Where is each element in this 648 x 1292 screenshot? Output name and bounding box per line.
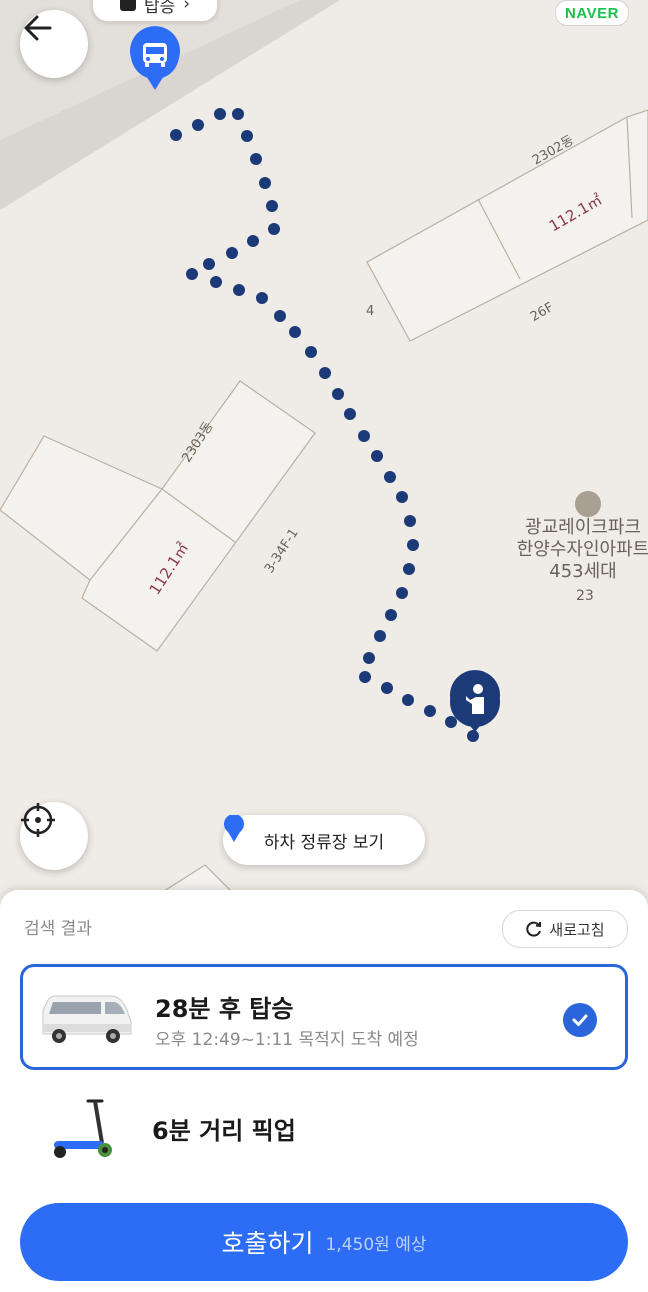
boarding-chip-label: 탑승 [143,0,176,17]
route-dot [268,223,280,235]
refresh-icon [526,921,542,937]
poi-name-line: 광교레이크파크 [525,517,641,538]
route-dot [396,587,408,599]
boarding-chip[interactable]: 탑승 › [92,0,218,22]
search-results-title: 검색 결과 [24,919,92,939]
route-dot [259,177,271,189]
route-dot [210,276,222,288]
poi-name-line: 453세대 [549,561,617,582]
option-subtitle: 오후 12:49~1:11 목적지 도착 예정 [155,1030,419,1050]
route-dot [186,268,198,280]
route-dot [305,346,317,358]
route-dot [319,367,331,379]
current-location-button[interactable] [20,802,88,870]
arrow-left-icon [24,15,52,41]
location-pin-icon [224,815,244,842]
route-dot [170,129,182,141]
route-dot [192,119,204,131]
route-dot [403,563,415,575]
route-dot [359,671,371,683]
kickscooter-icon [54,1099,112,1158]
route-dot [344,408,356,420]
route-dot [332,388,344,400]
building-2302 [366,109,648,342]
route-dot [256,292,268,304]
van-icon [42,995,132,1043]
view-dropoff-stop-button[interactable]: 하차 정류장 보기 [223,815,425,865]
route-dot [266,200,278,212]
refresh-button[interactable]: 새로고침 [502,910,628,948]
route-dot [467,730,479,742]
call-button-label: 호출하기 [221,1229,314,1258]
route-dot [424,705,436,717]
building-number-label: 4 [366,304,375,319]
estimated-price: 1,450원 예상 [325,1234,427,1255]
route-dot [384,471,396,483]
route-dot [247,235,259,247]
chevron-right-icon: › [183,0,191,14]
crosshair-icon [21,803,55,837]
route-dot [289,326,301,338]
route-dot [274,310,286,322]
route-dot [381,682,393,694]
route-dot [226,247,238,259]
view-dropoff-stop-label: 하차 정류장 보기 [263,832,385,853]
route-dot [374,630,386,642]
route-dot [232,108,244,120]
route-dot [214,108,226,120]
option-title: 6분 거리 픽업 [152,1117,296,1145]
route-dot [445,716,457,728]
poi-number: 23 [576,588,594,604]
route-dot [371,450,383,462]
route-dot [358,430,370,442]
bus-icon [119,0,136,11]
route-dot [396,491,408,503]
call-button[interactable]: 호출하기 1,450원 예상 [20,1203,628,1281]
refresh-label: 새로고침 [549,920,605,939]
ride-option-shuttle[interactable]: 28분 후 탑승 오후 12:49~1:11 목적지 도착 예정 [20,964,628,1070]
naver-logo: NAVER [555,0,629,26]
route-dot [407,539,419,551]
ride-option-scooter[interactable]: 6분 거리 픽업 [20,1075,628,1181]
person-location-pin-icon [449,670,501,732]
route-dot [250,153,262,165]
route-dot [241,130,253,142]
route-dot [363,652,375,664]
result-sheet: 검색 결과 새로고침 28분 후 탑승 오후 12:49~1:11 목적지 도착… [0,890,648,1292]
apartment-poi-icon [573,489,603,519]
option-title: 28분 후 탑승 [155,995,294,1023]
map-view[interactable]: 2302동 112.1㎡ 26F 4 2303동 112.1㎡ 3-34F-1 … [0,0,648,900]
map-canvas [0,0,648,900]
building-2303 [0,380,316,652]
route-dot [404,515,416,527]
route-dot [203,258,215,270]
check-icon [563,1003,597,1037]
poi-name-line: 한양수자인아파트 [516,539,648,560]
poi-name[interactable]: 광교레이크파크 한양수자인아파트 453세대 [498,517,648,583]
route-dot [233,284,245,296]
back-button[interactable] [20,10,88,78]
route-dot [385,609,397,621]
route-dot [402,694,414,706]
